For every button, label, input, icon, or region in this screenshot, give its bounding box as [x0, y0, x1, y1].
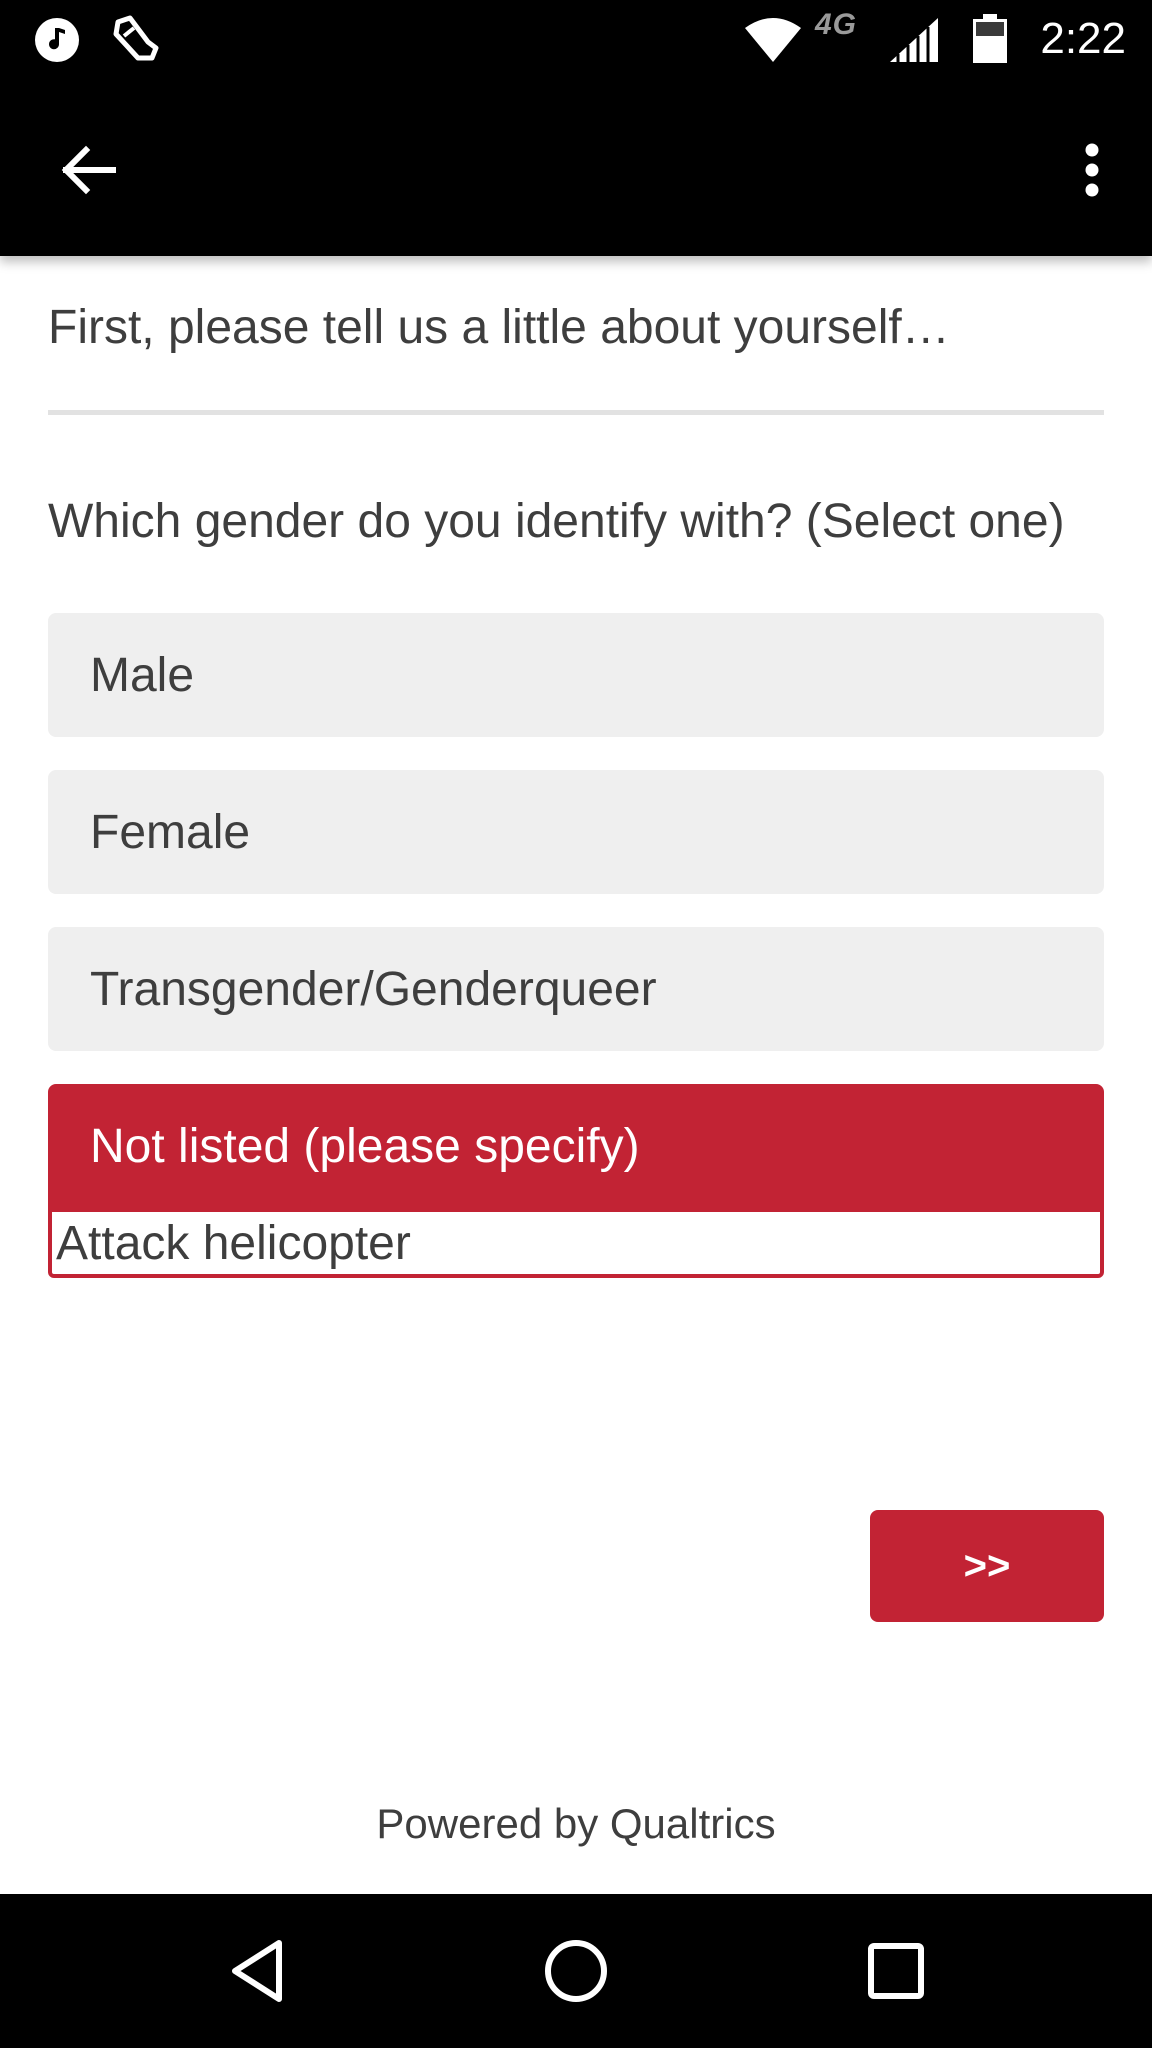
choice-label: Male: [90, 648, 195, 702]
choice-not-listed[interactable]: Not listed (please specify): [48, 1084, 1104, 1208]
wifi-icon: [744, 16, 802, 62]
intro-text: First, please tell us a little about you…: [48, 301, 950, 354]
system-nav-bar: [0, 1894, 1152, 2048]
signal-icon: [888, 16, 940, 62]
specify-text-input[interactable]: [48, 1208, 1104, 1278]
nav-back-button[interactable]: [212, 1926, 302, 2016]
choice-transgender-genderqueer[interactable]: Transgender/Genderqueer: [48, 927, 1104, 1051]
back-arrow-icon: [61, 145, 116, 195]
nav-recents-button[interactable]: [851, 1926, 941, 2016]
nav-home-button[interactable]: [531, 1926, 621, 2016]
choice-male[interactable]: Male: [48, 613, 1104, 737]
recents-square-icon: [868, 1943, 924, 1999]
overflow-menu-button[interactable]: [1052, 130, 1132, 210]
powered-by-footer: Powered by Qualtrics: [376, 1800, 776, 1847]
app-bar: [0, 80, 1152, 256]
choice-female[interactable]: Female: [48, 770, 1104, 894]
overflow-menu-icon: [1085, 143, 1099, 197]
next-button[interactable]: >>: [870, 1510, 1104, 1622]
status-bar: 4G 2:22: [0, 0, 1152, 80]
fit-icon: [108, 14, 164, 66]
back-button[interactable]: [40, 132, 136, 208]
survey-content: First, please tell us a little about you…: [48, 256, 1104, 1278]
network-type-label: 4G: [815, 8, 858, 41]
choice-label: Not listed (please specify): [90, 1119, 640, 1173]
choice-label: Transgender/Genderqueer: [90, 962, 657, 1016]
divider: [48, 410, 1104, 415]
home-circle-icon: [545, 1940, 607, 2002]
music-icon: [34, 17, 80, 63]
choice-list: Male Female Transgender/Genderqueer Not …: [48, 613, 1104, 1278]
question-text: Which gender do you identify with? (Sele…: [48, 495, 1065, 548]
choice-label: Female: [90, 805, 251, 859]
battery-icon: [972, 14, 1008, 64]
back-triangle-icon: [232, 1940, 282, 2002]
status-clock: 2:22: [1040, 14, 1126, 63]
